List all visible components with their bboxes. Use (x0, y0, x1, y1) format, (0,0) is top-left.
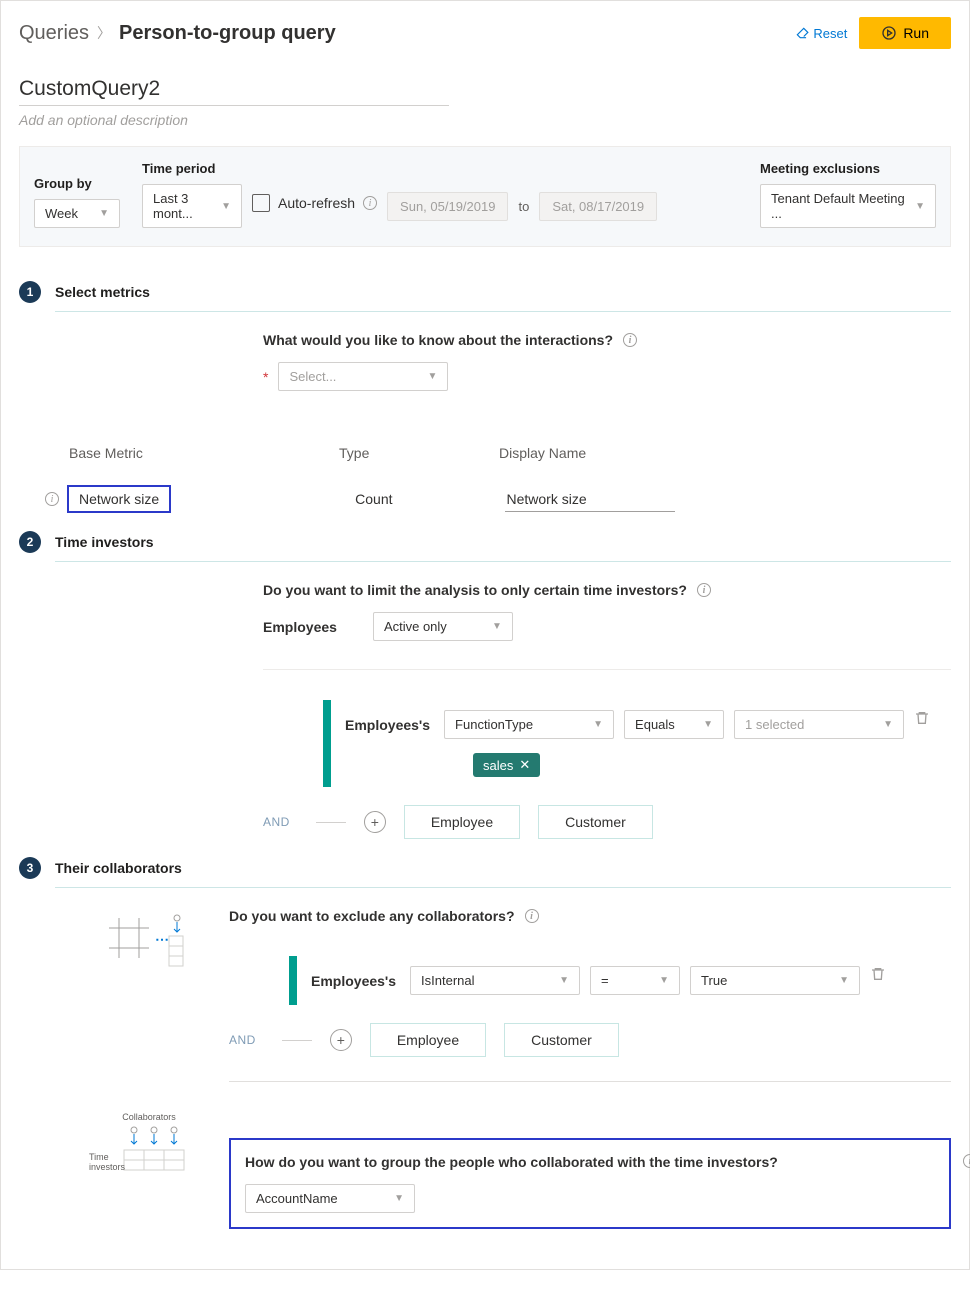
run-button[interactable]: Run (859, 17, 951, 49)
employee-button[interactable]: Employee (404, 805, 520, 839)
chevron-down-icon: ▼ (99, 208, 109, 219)
filter-accent-bar (289, 956, 297, 1005)
breadcrumb-root[interactable]: Queries (19, 22, 89, 45)
section-3-title: Their collaborators (55, 860, 182, 876)
employees-label: Employees (263, 619, 337, 635)
section-3-badge: 3 (19, 857, 41, 879)
to-label: to (518, 199, 529, 214)
grouping-prompt: How do you want to group the people who … (245, 1154, 778, 1170)
reset-label: Reset (813, 26, 847, 41)
section-1-badge: 1 (19, 281, 41, 303)
metrics-prompt: What would you like to know about the in… (263, 332, 613, 348)
filter-value-dropdown[interactable]: 1 selected▼ (734, 710, 904, 739)
groupby-dropdown[interactable]: Week▼ (34, 199, 120, 228)
chevron-down-icon: ▼ (428, 371, 438, 382)
customer-button[interactable]: Customer (504, 1023, 619, 1057)
collaborators-diagram: ⋯ (89, 908, 209, 981)
close-icon[interactable]: ✕ (519, 757, 530, 773)
metric-select-dropdown[interactable]: Select...▼ (278, 362, 448, 391)
run-label: Run (903, 25, 929, 41)
date-to: Sat, 08/17/2019 (539, 192, 657, 221)
chevron-down-icon: ▼ (221, 201, 231, 212)
add-filter-button[interactable]: + (364, 811, 386, 833)
breadcrumb: Queries 〉 Person-to-group query (19, 22, 336, 45)
investors-prompt: Do you want to limit the analysis to onl… (263, 582, 687, 598)
filter-op-dropdown[interactable]: Equals▼ (624, 710, 724, 739)
timeperiod-dropdown[interactable]: Last 3 mont...▼ (142, 184, 242, 228)
employees-dropdown[interactable]: Active only▼ (373, 612, 513, 641)
and-label: AND (229, 1033, 256, 1047)
and-label: AND (263, 815, 290, 829)
filter-value-dropdown[interactable]: True▼ (690, 966, 860, 995)
info-icon[interactable]: i (525, 909, 539, 923)
chevron-down-icon: ▼ (883, 719, 893, 730)
chevron-down-icon: ▼ (394, 1193, 404, 1204)
metric-base-chip[interactable]: Network size (67, 485, 171, 513)
filter-accent-bar (323, 700, 331, 787)
col-base-metric: Base Metric (69, 445, 339, 461)
reset-button[interactable]: Reset (795, 26, 847, 41)
grouping-dropdown[interactable]: AccountName▼ (245, 1184, 415, 1213)
chevron-down-icon: ▼ (703, 719, 713, 730)
chevron-down-icon: ▼ (839, 975, 849, 986)
query-name-input[interactable] (19, 73, 449, 106)
filter-tag-sales[interactable]: sales✕ (473, 753, 540, 777)
info-icon[interactable]: i (623, 333, 637, 347)
chevron-right-icon: 〉 (97, 23, 111, 43)
chevron-down-icon: ▼ (593, 719, 603, 730)
timeperiod-label: Time period (142, 161, 657, 176)
breadcrumb-current: Person-to-group query (119, 22, 336, 45)
col-display-name: Display Name (499, 445, 699, 461)
autorefresh-label: Auto-refresh (278, 195, 355, 211)
chevron-down-icon: ▼ (659, 975, 669, 986)
svg-text:Time: Time (89, 1152, 109, 1162)
info-icon[interactable]: i (45, 492, 59, 506)
add-filter-button[interactable]: + (330, 1029, 352, 1051)
exclusions-dropdown[interactable]: Tenant Default Meeting ...▼ (760, 184, 936, 228)
filter-op-dropdown[interactable]: =▼ (590, 966, 680, 995)
chevron-down-icon: ▼ (559, 975, 569, 986)
collab-prompt: Do you want to exclude any collaborators… (229, 908, 515, 924)
filter-attr-dropdown[interactable]: IsInternal▼ (410, 966, 580, 995)
section-2-title: Time investors (55, 534, 154, 550)
info-icon[interactable]: i (363, 196, 377, 210)
svg-text:⋯: ⋯ (155, 931, 169, 947)
grouping-diagram: Collaborators Time investors (89, 1112, 209, 1177)
params-bar: Group by Week▼ Time period Last 3 mont..… (19, 146, 951, 247)
eraser-icon (795, 26, 809, 40)
customer-button[interactable]: Customer (538, 805, 653, 839)
filter-label: Employees's (345, 717, 430, 733)
info-icon[interactable]: i (963, 1154, 970, 1168)
trash-icon[interactable] (870, 966, 886, 995)
col-type: Type (339, 445, 499, 461)
filter-attr-dropdown[interactable]: FunctionType▼ (444, 710, 614, 739)
filter-label: Employees's (311, 973, 396, 989)
info-icon[interactable]: i (697, 583, 711, 597)
chevron-down-icon: ▼ (915, 201, 925, 212)
exclusions-label: Meeting exclusions (760, 161, 936, 176)
section-1-title: Select metrics (55, 284, 150, 300)
groupby-label: Group by (34, 176, 120, 191)
section-2-badge: 2 (19, 531, 41, 553)
metric-display-input[interactable]: Network size (505, 487, 675, 512)
metric-type-value: Count (355, 491, 392, 507)
autorefresh-checkbox[interactable] (252, 194, 270, 212)
required-asterisk: * (263, 369, 268, 385)
chevron-down-icon: ▼ (492, 621, 502, 632)
svg-text:investors: investors (89, 1162, 126, 1172)
query-description[interactable]: Add an optional description (19, 112, 951, 128)
employee-button[interactable]: Employee (370, 1023, 486, 1057)
play-circle-icon (881, 25, 897, 41)
date-from: Sun, 05/19/2019 (387, 192, 508, 221)
trash-icon[interactable] (914, 710, 930, 739)
